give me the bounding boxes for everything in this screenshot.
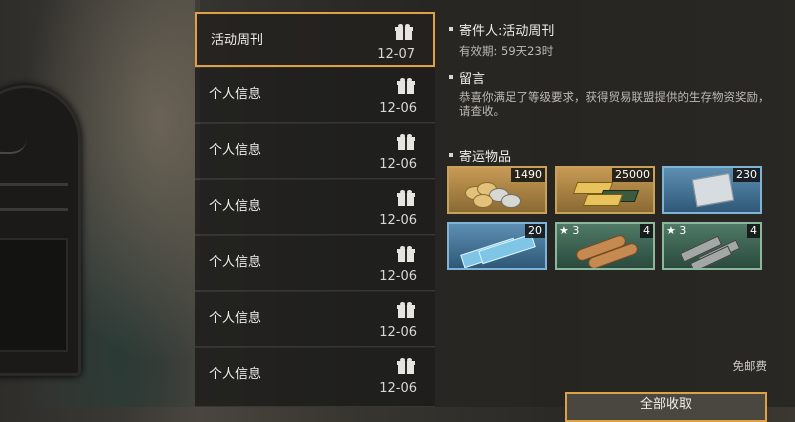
bullet-icon bbox=[449, 27, 453, 31]
item-quantity: 1490 bbox=[511, 168, 545, 182]
gift-icon bbox=[397, 134, 415, 150]
reward-item[interactable]: 20 bbox=[447, 222, 547, 270]
mailbox-ornament bbox=[0, 138, 27, 154]
mailbox-decoration bbox=[0, 85, 81, 376]
mail-item[interactable]: 个人信息 12-06 bbox=[195, 292, 435, 347]
mail-item[interactable]: 活动周刊 12-07 bbox=[195, 12, 435, 67]
validity: 有效期: 59天23时 bbox=[459, 44, 554, 58]
mail-title: 个人信息 bbox=[209, 199, 262, 214]
item-quantity: 20 bbox=[525, 224, 545, 238]
mailbox-slot bbox=[0, 208, 68, 211]
item-quantity: 230 bbox=[733, 168, 760, 182]
mail-detail-panel: 寄件人:活动周刊 有效期: 59天23时 留言 恭喜你满足了等级要求，获得贸易联… bbox=[435, 0, 795, 407]
supply-bag-icon bbox=[691, 172, 735, 208]
mail-title: 个人信息 bbox=[209, 255, 262, 270]
mail-list: 活动周刊 12-07 个人信息 12-06 个人信息 12-06 个人信息 12… bbox=[195, 0, 435, 407]
mail-date: 12-06 bbox=[379, 157, 417, 172]
reward-item[interactable]: 1490 bbox=[447, 166, 547, 214]
gift-icon bbox=[397, 246, 415, 262]
bullet-icon bbox=[449, 75, 453, 79]
reward-item[interactable]: ★ 3 4 bbox=[662, 222, 762, 270]
mailbox-slot bbox=[0, 183, 68, 186]
star-rating: ★ 3 bbox=[666, 224, 687, 237]
reward-item[interactable]: 25000 bbox=[555, 166, 655, 214]
mail-item[interactable]: 个人信息 12-06 bbox=[195, 124, 435, 179]
mail-item[interactable]: 个人信息 12-06 bbox=[195, 236, 435, 291]
gift-icon bbox=[397, 358, 415, 374]
mail-item[interactable]: 个人信息 12-06 bbox=[195, 348, 435, 407]
items-heading: 寄运物品 bbox=[459, 150, 512, 165]
item-quantity: 4 bbox=[747, 224, 760, 238]
item-quantity: 25000 bbox=[612, 168, 653, 182]
item-quantity: 4 bbox=[640, 224, 653, 238]
bullet-icon bbox=[449, 153, 453, 157]
mailbox-door bbox=[0, 238, 68, 352]
postage-label: 免邮费 bbox=[732, 359, 768, 373]
mail-date: 12-06 bbox=[379, 325, 417, 340]
gift-icon bbox=[397, 190, 415, 206]
gift-icon bbox=[397, 302, 415, 318]
mail-item[interactable]: 个人信息 12-06 bbox=[195, 180, 435, 235]
gift-icon bbox=[397, 78, 415, 94]
reward-item[interactable]: 230 bbox=[662, 166, 762, 214]
mail-title: 个人信息 bbox=[209, 143, 262, 158]
mail-date: 12-06 bbox=[379, 101, 417, 116]
mail-title: 个人信息 bbox=[209, 87, 262, 102]
mail-title: 个人信息 bbox=[209, 367, 262, 382]
mail-title: 个人信息 bbox=[209, 311, 262, 326]
mail-title: 活动周刊 bbox=[211, 33, 264, 48]
mail-date: 12-06 bbox=[379, 213, 417, 228]
sender: 寄件人:活动周刊 bbox=[459, 24, 555, 39]
mail-item[interactable]: 个人信息 12-06 bbox=[195, 68, 435, 123]
reward-item[interactable]: ★ 3 4 bbox=[555, 222, 655, 270]
claim-all-button[interactable]: 全部收取 bbox=[565, 392, 767, 422]
mail-date: 12-07 bbox=[377, 47, 415, 62]
mail-date: 12-06 bbox=[379, 269, 417, 284]
message-body: 恭喜你满足了等级要求，获得贸易联盟提供的生存物资奖励，请查收。 bbox=[459, 90, 770, 118]
gift-icon bbox=[395, 24, 413, 40]
message-heading: 留言 bbox=[459, 72, 486, 87]
mail-date: 12-06 bbox=[379, 381, 417, 396]
star-rating: ★ 3 bbox=[559, 224, 580, 237]
